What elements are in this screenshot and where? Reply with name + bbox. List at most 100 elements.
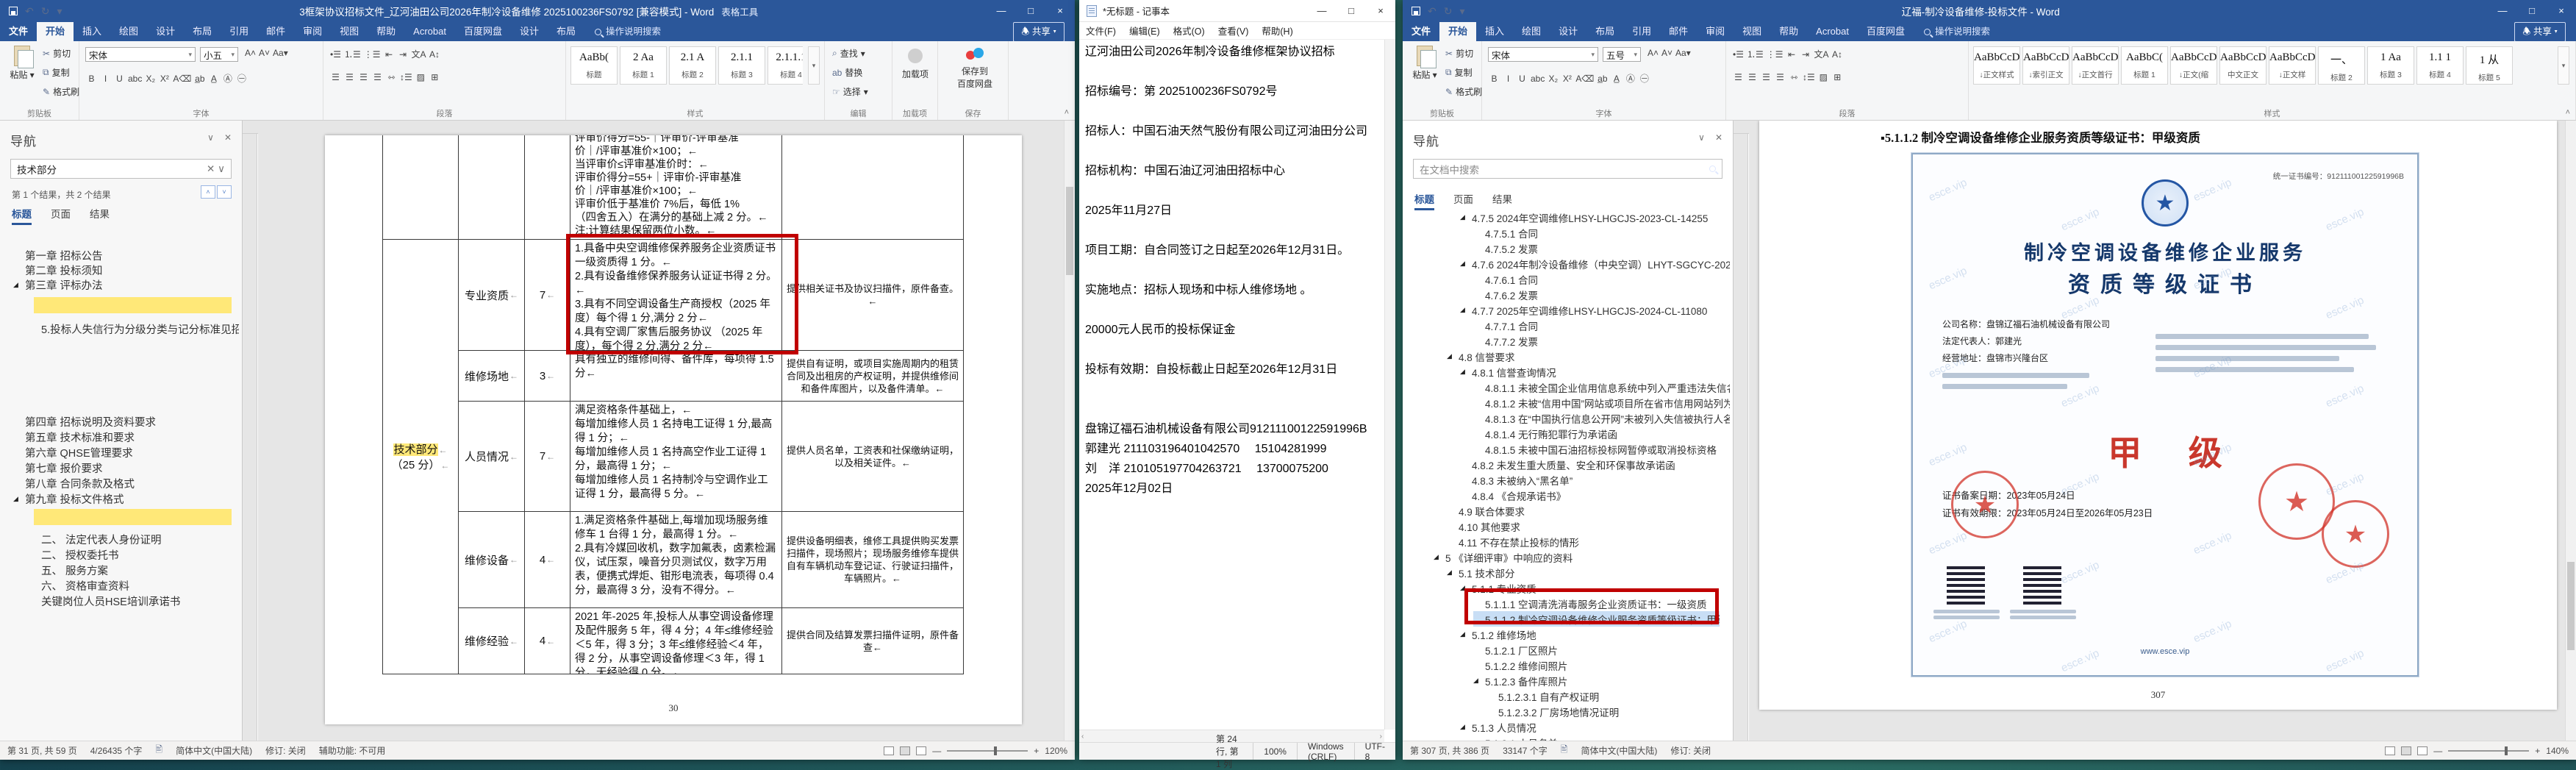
superscript-icon[interactable]: X² — [158, 74, 171, 84]
nav-heading-item[interactable]: 第五章 技术标准和要求 — [0, 429, 239, 444]
nav-dropdown-icon[interactable]: ∨ — [207, 132, 214, 143]
menu-帮助(H)[interactable]: 帮助(H) — [1255, 24, 1299, 38]
style-chip-标题 3[interactable]: 1 Aa 标题 3 — [2367, 46, 2414, 85]
style-chip-标题 5[interactable]: 1 从标题 5 — [2466, 46, 2513, 85]
copy-button[interactable]: ⧉ 复制 — [1445, 66, 1473, 79]
ribbon-tab-设计[interactable]: 设计 — [147, 22, 184, 41]
zoom-out-icon[interactable]: — — [2433, 746, 2442, 756]
maximize-button[interactable]: □ — [2517, 0, 2547, 22]
nav-heading-item[interactable]: 4.7.7.2 发票 — [1403, 333, 1730, 349]
word-count[interactable]: 4/26435 个字 — [90, 744, 143, 757]
styles-gallery-more-icon[interactable]: ▾ — [808, 46, 820, 85]
highlight-color-icon[interactable]: a̲b — [1596, 74, 1609, 84]
style-chip-标题 4[interactable]: 1.1 1 标题 4 — [2416, 46, 2464, 85]
style-chip-↓索引正文[interactable]: AaBbCcD ↓索引正文 — [2022, 46, 2069, 85]
nav-heading-item[interactable]: 5.1.2.2 维修间照片 — [1403, 657, 1730, 673]
share-button[interactable]: 🕭 共享 ▾ — [1013, 21, 1065, 42]
collapse-arrow-icon[interactable]: ◢ — [1460, 368, 1465, 376]
title-bar[interactable]: ↶ ↻ ▾ 3框架协议招标文件_辽河油田公司2026年制冷设备维修 202510… — [0, 0, 1075, 22]
collapse-arrow-icon[interactable]: ◢ — [1460, 260, 1465, 268]
np-minimize-button[interactable]: — — [1307, 0, 1337, 22]
collapse-arrow-icon[interactable]: ◢ — [1447, 352, 1452, 360]
nav-heading-item[interactable]: 4.8.1 信誉查询情况 ◢ — [1403, 364, 1730, 379]
style-chip-标题 3[interactable]: 2.1.1 标题 3 — [718, 46, 765, 85]
strikethrough-icon[interactable]: abc — [127, 74, 143, 84]
ribbon-tab-绘图[interactable]: 绘图 — [1513, 22, 1550, 41]
nav-heading-item[interactable]: 4.8.3 未被纳入“黑名单” — [1403, 472, 1730, 488]
align-center-icon[interactable]: ☰ — [1746, 72, 1759, 82]
np-maximize-button[interactable]: □ — [1337, 0, 1366, 22]
collapse-ribbon-icon[interactable]: ˄ — [1065, 108, 1069, 117]
align-center-icon[interactable]: ☰ — [343, 72, 356, 82]
underline-icon[interactable]: U — [1516, 74, 1528, 84]
char-shading-icon[interactable]: Ⓐ — [1624, 72, 1636, 85]
nav-heading-item[interactable]: 4.8.1.4 无行贿犯罪行为承诺函 — [1403, 426, 1730, 441]
save-icon[interactable] — [9, 7, 18, 15]
save-to-baidu-button[interactable]: 保存到 百度网盘 — [954, 46, 995, 90]
zoom-out-icon[interactable]: — — [932, 746, 941, 756]
document-canvas[interactable]: 评审价得分=55-｜评审价-评审基准 价｜/评审基准价×100；← 当评审价≤评… — [258, 121, 1064, 741]
print-layout-icon[interactable] — [900, 746, 911, 755]
sort-icon[interactable]: A↕ — [1831, 49, 1844, 60]
ribbon-tab-邮件[interactable]: 邮件 — [1660, 22, 1697, 41]
save-icon[interactable] — [1412, 7, 1420, 15]
shrink-font-icon[interactable]: A˅ — [258, 48, 271, 58]
strikethrough-icon[interactable]: abc — [1530, 74, 1545, 84]
language-indicator[interactable]: 简体中文(中国大陆) — [176, 744, 252, 757]
find-button[interactable]: ⌕ 查找 ▾ — [832, 47, 865, 60]
ribbon-tab-开始[interactable]: 开始 — [37, 22, 74, 41]
collapse-arrow-icon[interactable]: ◢ — [1473, 677, 1478, 685]
nav-heading-item[interactable]: 5.1.2.1 厂区照片 — [1403, 642, 1730, 657]
shading-icon[interactable]: ▨ — [415, 72, 427, 82]
page-indicator[interactable]: 第 307 页, 共 386 页 — [1410, 744, 1489, 757]
nav-heading-item[interactable]: 4.7.5.2 发票 — [1403, 240, 1730, 256]
word-count[interactable]: 33147 个字 — [1503, 744, 1548, 757]
copy-button[interactable]: ⧉ 复制 — [43, 66, 70, 79]
nav-heading-item[interactable]: 5.1.2.3.1 自有产权证明 — [1403, 688, 1730, 704]
nav-heading-item[interactable]: 5.1.2.3 备件库照片 ◢ — [1403, 673, 1730, 688]
nav-heading-item[interactable]: 二、 法定代表人身份证明 — [0, 532, 239, 546]
style-chip-标题 1[interactable]: AaBbC(标题 1 — [2121, 46, 2168, 85]
style-chip-标题 2[interactable]: 一、 标题 2 — [2318, 46, 2365, 85]
shading-icon[interactable]: ▨ — [1817, 72, 1830, 82]
ribbon-tab-帮助[interactable]: 帮助 — [368, 22, 404, 41]
ribbon-tab-引用[interactable]: 引用 — [1623, 22, 1660, 41]
nav-close-icon[interactable]: ✕ — [224, 132, 232, 143]
style-chip-标题 1[interactable]: 2 Aa 标题 1 — [620, 46, 667, 85]
notepad-vertical-scrollbar[interactable] — [1384, 40, 1395, 730]
zoom-in-icon[interactable]: + — [2535, 746, 2540, 756]
justify-icon[interactable]: ☰ — [1774, 72, 1786, 82]
nav-heading-item[interactable]: 5 《详细评审》中响应的资料 ◢ — [1403, 549, 1730, 565]
nav-heading-item[interactable]: 4.8.4 《合规承诺书》 — [1403, 488, 1730, 503]
line-spacing-icon[interactable]: ↕☰ — [1802, 72, 1816, 82]
nav-tab-页面[interactable]: 页面 — [51, 206, 71, 225]
format-painter-button[interactable]: ✎ 格式刷 — [43, 85, 79, 98]
ribbon-tab-Acrobat[interactable]: Acrobat — [1807, 22, 1858, 41]
nav-heading-item[interactable]: 4.8.1.3 在“中国执行信息公开网”未被列入失信被执行人名单 — [1403, 410, 1730, 426]
nav-heading-item[interactable]: 4.8 信誉要求 ◢ — [1403, 349, 1730, 364]
nav-tab-标题[interactable]: 标题 — [12, 206, 32, 225]
language-indicator[interactable]: 简体中文(中国大陆) — [1581, 744, 1657, 757]
close-button[interactable]: × — [1045, 0, 1075, 22]
close-button[interactable]: × — [2547, 0, 2576, 22]
proofing-icon[interactable]: 🖹 — [155, 743, 162, 758]
enclose-char-icon[interactable]: ㊀ — [1638, 72, 1650, 85]
vertical-scrollbar[interactable] — [2565, 121, 2576, 741]
scroll-left-icon[interactable]: ‹ — [1081, 732, 1084, 741]
style-chip-标题 2[interactable]: 2.1 A 标题 2 — [669, 46, 716, 85]
search-hit-highlight[interactable] — [34, 297, 232, 313]
customize-qat-icon[interactable]: ▾ — [57, 6, 62, 16]
nav-heading-item[interactable]: 第四章 招标说明及资料要求 — [0, 414, 239, 429]
ribbon-tab-开始[interactable]: 开始 — [1439, 22, 1477, 41]
grow-font-icon[interactable]: A˄ — [1647, 48, 1659, 58]
sort-icon[interactable]: A↕ — [429, 49, 441, 60]
borders-icon[interactable]: ⊞ — [1831, 72, 1844, 82]
collapse-arrow-icon[interactable]: ◢ — [1460, 213, 1465, 221]
multilevel-icon[interactable]: ⋮☰ — [1766, 49, 1784, 60]
previous-result-button[interactable]: ˄ — [201, 185, 215, 199]
nav-dropdown-icon[interactable]: ∨ — [1698, 132, 1705, 143]
line-spacing-icon[interactable]: ↕☰ — [399, 72, 413, 82]
undo-icon[interactable]: ↶ — [1428, 6, 1437, 16]
select-button[interactable]: ☞ 选择 ▾ — [832, 85, 868, 98]
justify-icon[interactable]: ☰ — [371, 72, 384, 82]
